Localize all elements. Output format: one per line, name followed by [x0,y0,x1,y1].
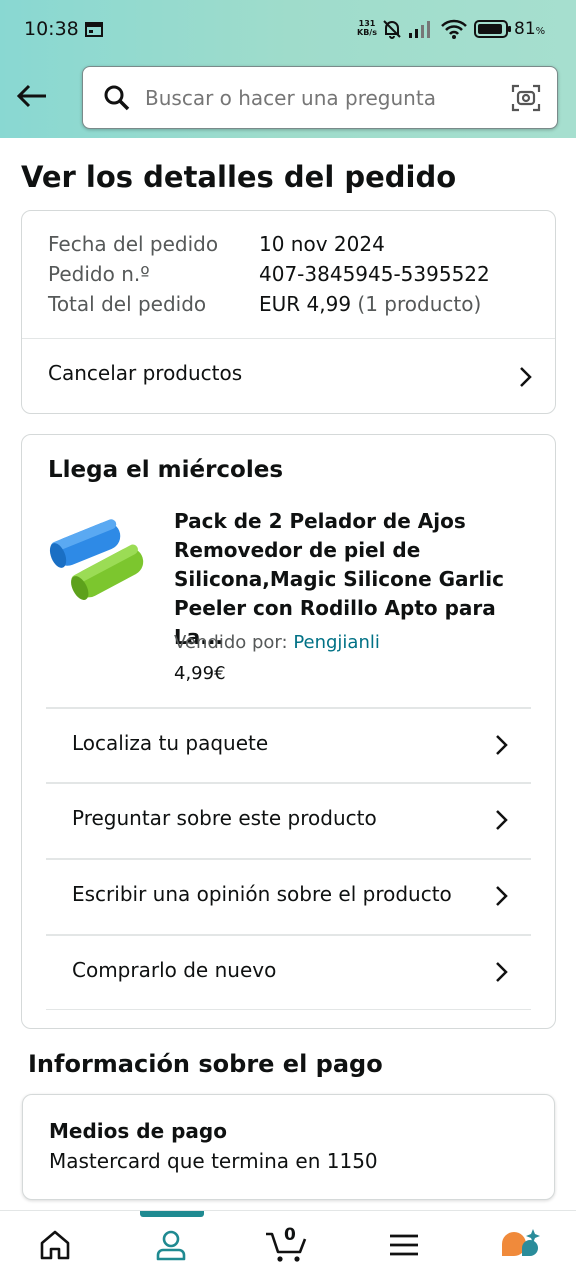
calendar-icon [85,22,103,37]
network-speed: 131 KB/s [357,19,377,37]
order-total-note: (1 producto) [357,292,482,316]
battery-percent: 81% [514,19,546,39]
action-write-review[interactable]: Escribir una opinión sobre el producto [46,860,531,934]
wifi-icon [441,19,467,39]
search-icon [104,85,130,111]
action-label: Escribir una opinión sobre el producto [72,882,452,906]
action-ask-question[interactable]: Preguntar sobre este producto [46,784,531,858]
search-bar[interactable]: Buscar o hacer una pregunta [82,66,558,129]
active-tab-indicator [140,1211,204,1217]
chevron-right-icon [496,810,508,830]
cart-count: 0 [284,1225,296,1245]
action-label: Comprarlo de nuevo [72,958,277,982]
action-label: Preguntar sobre este producto [72,806,377,830]
chevron-right-icon [496,886,508,906]
back-arrow-icon[interactable] [14,78,50,114]
page-title: Ver los detalles del pedido [21,160,457,194]
chevron-right-icon [496,735,508,755]
camera-scan-icon[interactable] [511,83,541,113]
status-time: 10:38 [24,18,79,40]
payment-method-label: Medios de pago [49,1119,227,1143]
app-header: 10:38 131 KB/s 81% Buscar o hacer una pr… [0,0,576,138]
home-icon[interactable] [38,1228,72,1262]
bell-muted-icon [383,20,401,39]
action-buy-again[interactable]: Comprarlo de nuevo [46,936,531,1010]
menu-icon[interactable] [387,1228,421,1262]
shipment-card: Llega el miércoles Pack de 2 Pelador de … [21,434,556,1029]
payment-method-value: Mastercard que termina en 1150 [49,1149,378,1173]
signal-icon [409,21,430,38]
battery-icon [474,20,511,38]
payment-card: Medios de pago Mastercard que termina en… [22,1094,555,1200]
product-seller: Vendido por: Pengjianli [174,632,380,653]
status-bar: 10:38 131 KB/s 81% [0,0,576,58]
chevron-right-icon [496,962,508,982]
cancel-products-row[interactable]: Cancelar productos [22,339,555,413]
search-input[interactable]: Buscar o hacer una pregunta [145,86,436,110]
divider [46,1009,531,1010]
product-image[interactable] [46,507,152,607]
chevron-right-icon [520,367,532,387]
product-title[interactable]: Pack de 2 Pelador de Ajos Removedor de p… [174,507,530,652]
shipment-heading: Llega el miércoles [48,457,284,483]
product-price: 4,99€ [174,663,226,684]
seller-link[interactable]: Pengjianli [293,632,380,653]
cancel-products-label: Cancelar productos [48,361,243,385]
order-total-value: EUR 4,99 (1 producto) [259,292,482,316]
order-date-value: 10 nov 2024 [259,232,385,256]
order-date-label: Fecha del pedido [48,232,219,256]
order-summary-card: Fecha del pedido 10 nov 2024 Pedido n.º … [21,210,556,414]
action-track-package[interactable]: Localiza tu paquete [46,709,531,783]
account-icon[interactable] [154,1228,188,1262]
action-label: Localiza tu paquete [72,731,269,755]
order-total-label: Total del pedido [48,292,207,316]
payment-heading: Información sobre el pago [28,1050,383,1078]
order-number-label: Pedido n.º [48,262,150,286]
rufus-icon[interactable] [500,1228,540,1262]
order-number-value: 407-3845945-5395522 [259,262,490,286]
bottom-nav: 0 [0,1210,576,1280]
